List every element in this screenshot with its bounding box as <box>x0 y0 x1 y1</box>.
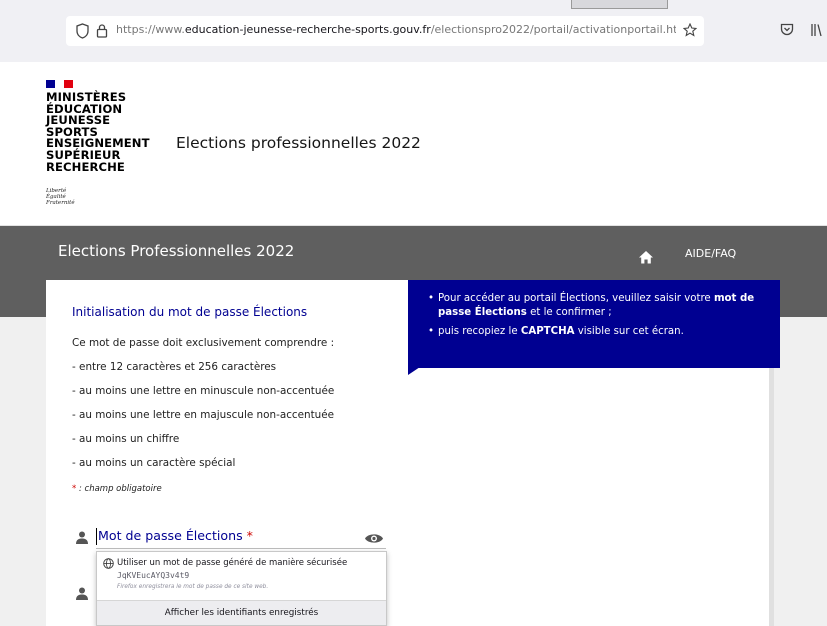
bookmark-star-icon[interactable] <box>683 23 697 37</box>
url-domain: education-jeunesse-recherche-sports.gouv… <box>184 23 431 36</box>
pocket-icon[interactable] <box>780 23 794 36</box>
password-input-underline[interactable] <box>96 548 386 549</box>
lock-icon[interactable] <box>96 23 108 38</box>
rule-item: - au moins un caractère spécial <box>72 457 236 469</box>
library-icon[interactable] <box>810 23 824 37</box>
password-label: Mot de passe Élections * <box>98 528 253 543</box>
help-faq-link[interactable]: AIDE/FAQ <box>685 247 736 260</box>
password-autocomplete-popup: Utiliser un mot de passe généré de maniè… <box>96 551 387 626</box>
french-flag-logo <box>46 80 73 88</box>
info-item: puis recopiez le CAPTCHA visible sur cet… <box>428 325 764 339</box>
rule-item: - entre 12 caractères et 256 caractères <box>72 361 277 373</box>
rule-item: - au moins une lettre en majuscule non-a… <box>72 409 335 421</box>
info-box: Pour accéder au portail Élections, veuil… <box>408 280 780 368</box>
generated-password-title: Utiliser un mot de passe généré de maniè… <box>117 558 348 568</box>
password-label-text: Mot de passe Élections <box>98 528 243 543</box>
flag-blue <box>46 80 55 88</box>
tab-fragment <box>571 0 668 9</box>
rules-intro: Ce mot de passe doit exclusivement compr… <box>72 337 335 349</box>
eye-icon[interactable] <box>364 532 384 545</box>
republic-motto: Liberté Égalité Fraternité <box>46 188 75 206</box>
url-prefix: https://www. <box>116 23 185 36</box>
rule-item: - au moins un chiffre <box>72 433 180 445</box>
user-icon <box>76 587 88 600</box>
info-bold: CAPTCHA <box>520 326 575 337</box>
ministry-line: RECHERCHE <box>46 159 125 174</box>
info-text: puis recopiez le <box>438 326 521 337</box>
info-box-pointer <box>408 367 420 375</box>
url-text[interactable]: https://www.education-jeunesse-recherche… <box>116 23 676 36</box>
motto-line: Fraternité <box>46 200 75 206</box>
flag-red <box>64 80 73 88</box>
required-note-text: : champ obligatoire <box>76 484 162 494</box>
ministry-block[interactable]: MINISTÈRES ÉDUCATION JEUNESSE SPORTS ENS… <box>46 91 150 174</box>
rule-item: - au moins une lettre en minuscule non-a… <box>72 385 335 397</box>
flag-white <box>55 80 64 88</box>
form-title: Initialisation du mot de passe Élections <box>72 305 308 319</box>
text-caret <box>96 528 97 545</box>
required-note: * : champ obligatoire <box>72 484 162 494</box>
required-star: * <box>242 528 253 543</box>
info-item: Pour accéder au portail Élections, veuil… <box>428 292 764 319</box>
show-saved-logins-button[interactable]: Afficher les identifiants enregistrés <box>97 600 386 625</box>
info-text: et le confirmer ; <box>526 306 612 318</box>
site-title: Elections professionnelles 2022 <box>176 134 421 152</box>
generated-password-value: JqKVEucAYQ3v4t9 <box>117 571 190 580</box>
shield-icon[interactable] <box>76 23 89 39</box>
home-icon[interactable] <box>638 249 654 265</box>
user-icon <box>76 531 88 544</box>
url-path: /electionspro2022/portail/activationport… <box>430 23 676 36</box>
generated-password-option[interactable]: Utiliser un mot de passe généré de maniè… <box>97 552 386 600</box>
info-text: visible sur cet écran. <box>574 326 684 337</box>
info-text: Pour accéder au portail Élections, veuil… <box>438 293 714 304</box>
globe-icon <box>103 558 114 569</box>
generated-password-note: Firefox enregistrera le mot de passe de … <box>117 584 269 590</box>
banner-title: Elections Professionnelles 2022 <box>58 242 295 260</box>
